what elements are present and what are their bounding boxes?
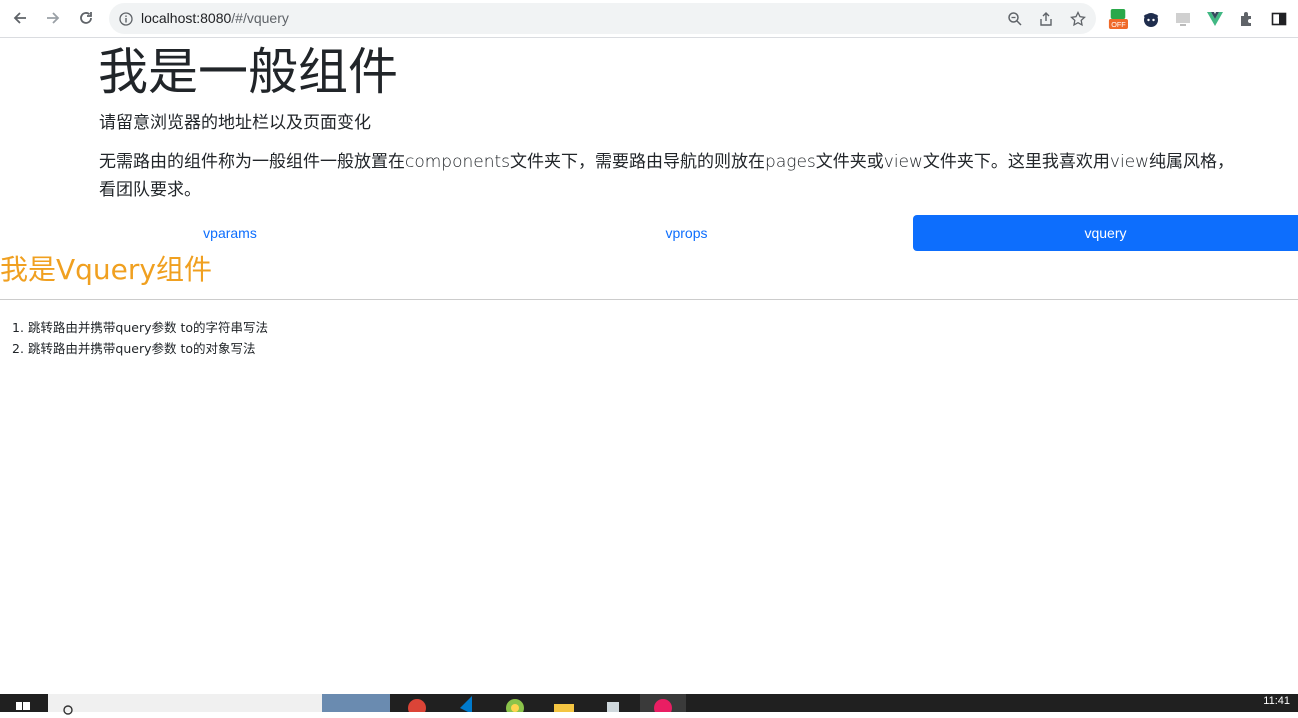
folder-icon[interactable] [552,694,576,714]
search-highlight-image [322,694,390,712]
vquery-list: 1. 跳转路由并携带query参数 to的字符串写法 2. 跳转路由并携带que… [12,317,268,359]
svg-text:OFF: OFF [1111,20,1126,29]
list-item[interactable]: 2. 跳转路由并携带query参数 to的对象写法 [12,338,268,359]
address-bar[interactable]: localhost:8080/#/vquery [109,3,1096,34]
active-app-button[interactable] [640,694,686,717]
forward-button[interactable] [41,6,65,30]
reload-button[interactable] [74,6,98,30]
tab-vprops[interactable]: vprops [460,215,913,251]
bookmark-star-icon[interactable] [1069,10,1087,28]
chrome-icon[interactable] [406,694,428,717]
windows-start-icon[interactable] [14,694,32,712]
lead-text-1: 请留意浏览器的地址栏以及页面变化 [99,113,371,133]
page-title: 我是一般组件 [98,43,398,101]
browser-toolbar: localhost:8080/#/vquery OFF [0,0,1298,38]
side-panel-icon[interactable] [1269,9,1289,29]
screen-extension-icon[interactable] [1173,9,1193,29]
router-nav-tabs: vparams vprops vquery [0,215,1298,251]
search-icon [63,705,73,715]
taskbar-clock[interactable]: 11:41 [1263,695,1290,707]
arrow-right-icon [47,12,60,24]
share-icon[interactable] [1037,10,1055,28]
vue-devtools-icon[interactable] [1205,9,1225,29]
info-icon[interactable] [117,10,135,28]
lead-text-2: 无需路由的组件称为一般组件一般放置在components文件夹下，需要路由导航的… [99,152,1235,200]
back-button[interactable] [8,6,32,30]
app-circle-icon[interactable] [504,694,526,717]
url-path: /#/vquery [231,10,289,26]
url-host: localhost:8080 [141,10,232,26]
divider [0,299,1298,300]
tab-vparams[interactable]: vparams [0,215,460,251]
url-text[interactable]: localhost:8080/#/vquery [141,10,289,26]
reload-icon [80,12,92,24]
tab-vquery[interactable]: vquery [913,215,1298,251]
windows-taskbar: 11:41 [0,694,1298,717]
zoom-icon[interactable] [1006,10,1024,28]
extension-off-icon[interactable]: OFF [1108,9,1128,29]
arrow-left-icon [13,12,26,24]
vquery-title: 我是Vquery组件 [0,253,212,286]
extensions-puzzle-icon[interactable] [1237,9,1257,29]
list-item[interactable]: 1. 跳转路由并携带query参数 to的字符串写法 [12,317,268,338]
github-cat-icon[interactable] [1141,9,1161,29]
vscode-icon[interactable] [456,694,478,714]
notepad-icon[interactable] [602,694,624,714]
